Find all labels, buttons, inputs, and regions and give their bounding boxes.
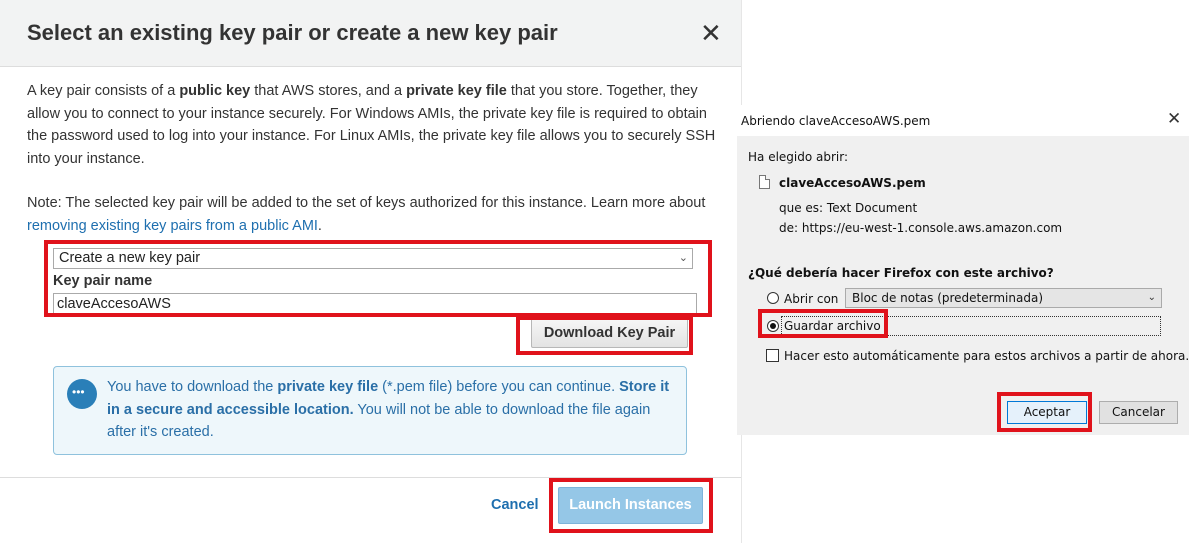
firefox-download-dialog: Abriendo claveAccesoAWS.pem ✕ Ha elegido…: [737, 105, 1189, 435]
info-alert: You have to download the private key fil…: [53, 366, 687, 455]
key-pair-select[interactable]: Create a new key pair ⌄: [53, 248, 693, 269]
remove-key-pairs-link[interactable]: removing existing key pairs from a publi…: [27, 218, 318, 234]
auto-action-label[interactable]: Hacer esto automáticamente para estos ar…: [784, 349, 1189, 363]
chat-bubble-icon: [67, 379, 97, 409]
save-file-label[interactable]: Guardar archivo: [784, 319, 881, 333]
file-name: claveAccesoAWS.pem: [779, 176, 926, 190]
open-with-radio[interactable]: [767, 292, 779, 304]
auto-action-checkbox[interactable]: [766, 349, 779, 362]
key-pair-description: A key pair consists of a public key that…: [27, 83, 716, 167]
chosen-label: Ha elegido abrir:: [748, 150, 849, 164]
key-pair-modal: Select an existing key pair or create a …: [0, 0, 742, 543]
key-pair-name-input[interactable]: claveAccesoAWS: [53, 293, 697, 315]
close-icon[interactable]: ✕: [1167, 109, 1181, 129]
info-alert-text: You have to download the private key fil…: [107, 379, 670, 440]
modal-title: Select an existing key pair or create a …: [27, 20, 558, 45]
accept-button[interactable]: Aceptar: [1007, 401, 1087, 424]
dialog-titlebar: Abriendo claveAccesoAWS.pem ✕: [737, 105, 1189, 136]
open-with-app-select[interactable]: Bloc de notas (predeterminada) ⌄: [845, 288, 1162, 308]
modal-header: Select an existing key pair or create a …: [0, 0, 741, 67]
key-pair-name-label: Key pair name: [53, 273, 153, 289]
document-icon: [759, 175, 770, 189]
footer-divider: [0, 477, 741, 478]
file-source: de: https://eu-west-1.console.aws.amazon…: [779, 221, 1063, 235]
download-key-pair-button[interactable]: Download Key Pair: [531, 318, 688, 348]
file-type: que es: Text Document: [779, 201, 918, 215]
open-with-label[interactable]: Abrir con: [784, 292, 838, 306]
action-question: ¿Qué debería hacer Firefox con este arch…: [748, 266, 1054, 280]
launch-instances-button[interactable]: Launch Instances: [558, 487, 703, 524]
save-file-radio[interactable]: [767, 320, 779, 332]
chevron-down-icon: ⌄: [678, 252, 688, 264]
key-pair-note: Note: The selected key pair will be adde…: [27, 195, 706, 234]
cancel-button[interactable]: Cancelar: [1099, 401, 1178, 424]
close-icon[interactable]: ✕: [700, 18, 722, 48]
dialog-title: Abriendo claveAccesoAWS.pem: [741, 114, 931, 128]
cancel-button[interactable]: Cancel: [491, 497, 539, 513]
chevron-down-icon: ⌄: [1147, 292, 1156, 303]
